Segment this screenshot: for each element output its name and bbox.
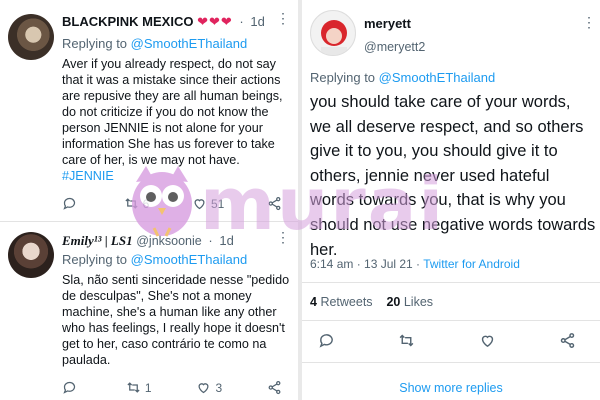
avatar[interactable] xyxy=(310,10,356,56)
avatar-illustration xyxy=(321,20,347,55)
tweet-body: Aver if you already respect, do not say … xyxy=(62,57,283,167)
more-options-icon[interactable]: ⋮ xyxy=(276,10,290,27)
main-tweet-actions xyxy=(318,332,576,349)
replying-handle-link[interactable]: @SmoothEThailand xyxy=(131,36,248,51)
tweet-timestamp[interactable]: 6:14 am · 13 Jul 21 · xyxy=(310,257,423,271)
tweet-actions: 1 3 xyxy=(62,380,282,395)
replying-prefix: Replying to xyxy=(310,70,379,85)
like-count: 3 xyxy=(215,380,223,395)
likes-stat[interactable]: 20 Likes xyxy=(386,295,433,309)
more-options-icon[interactable]: ⋮ xyxy=(582,14,596,31)
user-handle[interactable]: @meryett2 xyxy=(364,40,425,54)
hashtag-link[interactable]: #JENNIE xyxy=(62,169,114,183)
retweets-stat[interactable]: 4 Retweets xyxy=(310,295,373,309)
tweet-source-link[interactable]: Twitter for Android xyxy=(423,257,520,271)
divider xyxy=(302,362,600,363)
retweet-icon xyxy=(127,382,140,393)
timestamp[interactable]: 1d xyxy=(250,14,264,29)
replying-to: Replying to @SmoothEThailand xyxy=(62,36,247,51)
replying-prefix: Replying to xyxy=(62,252,131,267)
avatar[interactable] xyxy=(8,232,54,278)
likes-count: 20 xyxy=(386,295,401,309)
reply-button[interactable] xyxy=(62,380,81,395)
share-icon[interactable] xyxy=(559,332,576,349)
reply-icon[interactable] xyxy=(318,332,335,349)
tweet-stats: 4 Retweets 20 Likes xyxy=(310,295,433,309)
show-more-replies-link[interactable]: Show more replies xyxy=(302,381,600,395)
display-name[interactable]: meryett xyxy=(364,16,411,31)
separator-dot: · xyxy=(239,14,244,29)
heart-icon[interactable] xyxy=(479,332,496,349)
retweet-icon[interactable] xyxy=(398,332,415,349)
replying-prefix: Replying to xyxy=(62,36,131,51)
replying-to: Replying to @SmoothEThailand xyxy=(62,252,247,267)
divider xyxy=(302,282,600,283)
likes-label: Likes xyxy=(403,295,434,309)
share-button[interactable] xyxy=(267,380,282,395)
tweet-meta: 6:14 am · 13 Jul 21 · Twitter for Androi… xyxy=(310,257,520,271)
tweet-header: BLACKPINK MEXICO ❤❤❤ · 1d xyxy=(62,14,265,30)
reply-icon xyxy=(63,197,76,210)
reply-button[interactable] xyxy=(62,196,81,211)
watermark-text: murai xyxy=(200,162,446,246)
retweet-count: 1 xyxy=(144,380,152,395)
replying-to: Replying to @SmoothEThailand xyxy=(310,70,495,85)
retweet-button[interactable]: 1 xyxy=(126,380,152,395)
replying-handle-link[interactable]: @SmoothEThailand xyxy=(131,252,248,267)
tweet-text: Sla, não senti sinceridade nesse "pedido… xyxy=(62,273,290,367)
heart-icon xyxy=(198,383,209,394)
divider xyxy=(302,320,600,321)
retweets-label: Retweets xyxy=(320,295,373,309)
replying-handle-link[interactable]: @SmoothEThailand xyxy=(379,70,496,85)
owl-watermark-icon xyxy=(132,166,192,237)
retweets-count: 4 xyxy=(310,295,317,309)
display-name[interactable]: BLACKPINK MEXICO xyxy=(62,14,193,29)
avatar[interactable] xyxy=(8,14,54,60)
like-button[interactable]: 3 xyxy=(196,380,222,395)
heart-emoji-icon: ❤❤❤ xyxy=(197,14,233,29)
share-icon xyxy=(268,380,281,395)
reply-icon xyxy=(63,381,76,394)
